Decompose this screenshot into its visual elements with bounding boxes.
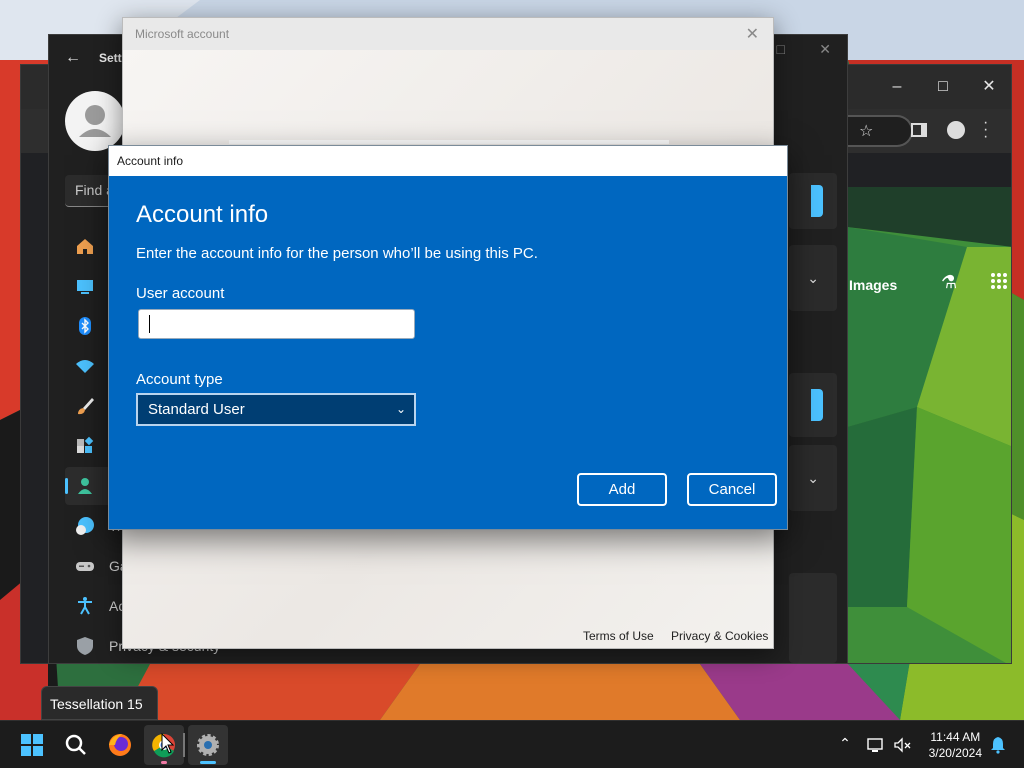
settings-maximize-icon[interactable]: □: [777, 41, 785, 57]
mouse-pointer-icon: [161, 733, 175, 754]
dialog-description: Enter the account info for the person wh…: [136, 245, 538, 262]
back-arrow-icon[interactable]: ←: [65, 49, 81, 67]
settings-card: [789, 573, 837, 663]
ms-account-title: Microsoft account: [135, 27, 230, 41]
apps-grid-icon[interactable]: [991, 273, 1007, 289]
nav-item-accessibility[interactable]: Ac: [65, 587, 125, 625]
user-account-label: User account: [136, 285, 225, 302]
settings-card: [789, 373, 837, 437]
avatar: [65, 91, 125, 151]
dialog-titlebar: Account info: [109, 146, 787, 176]
chevron-down-icon: ⌄: [807, 470, 819, 486]
personalization-icon: [78, 398, 94, 415]
accessibility-icon: [78, 597, 92, 615]
text-caret: [149, 315, 150, 333]
browser-content: Images ⚗: [847, 187, 1011, 663]
search-icon: [65, 734, 86, 755]
privacy-cookies-link[interactable]: Privacy & Cookies: [671, 629, 768, 643]
network-display-icon[interactable]: [866, 735, 886, 755]
bluetooth-icon: [79, 317, 91, 335]
nav-item-gaming[interactable]: Ga: [65, 547, 128, 585]
gear-icon: [197, 734, 219, 756]
network-icon: [76, 360, 94, 373]
cancel-button[interactable]: Cancel: [687, 473, 777, 506]
system-clock[interactable]: 11:44 AM 3/20/2024: [929, 729, 982, 761]
dialog-window-title: Account info: [117, 154, 184, 168]
labs-flask-icon[interactable]: ⚗: [941, 272, 957, 293]
bookmark-star-icon[interactable]: ☆: [859, 121, 873, 141]
time-language-icon: [76, 517, 94, 535]
profile-icon[interactable]: [947, 121, 965, 139]
account-type-select[interactable]: Standard User ⌄: [136, 393, 416, 426]
user-account-input[interactable]: [138, 309, 415, 339]
gaming-icon: [76, 562, 94, 571]
privacy-shield-icon: [77, 637, 93, 655]
windows-logo-icon: [21, 734, 43, 756]
firefox-icon: [109, 734, 131, 756]
chevron-up-icon[interactable]: ⌃: [835, 735, 855, 755]
divider: [229, 140, 669, 144]
images-link[interactable]: Images: [849, 277, 897, 293]
card-button[interactable]: [811, 185, 823, 217]
taskbar-tooltip: Tessellation 15: [41, 686, 158, 720]
ms-account-titlebar: Microsoft account ✕: [123, 18, 773, 50]
more-menu-icon[interactable]: · · ·: [983, 115, 988, 145]
settings-card[interactable]: ⌄: [789, 445, 837, 511]
card-button[interactable]: [811, 389, 823, 421]
taskbar: ⌃ 11:44 AM 3/20/2024: [0, 720, 1024, 768]
chevron-down-icon: ⌄: [395, 402, 406, 416]
chevron-down-icon: ⌄: [807, 270, 819, 286]
close-icon[interactable]: ✕: [746, 24, 759, 44]
settings-card[interactable]: ⌄: [789, 245, 837, 311]
selected-indicator: [65, 478, 68, 494]
firefox-button[interactable]: [100, 725, 140, 765]
clock-time: 11:44 AM: [930, 730, 981, 744]
account-info-dialog: Account info Account info Enter the acco…: [108, 145, 788, 530]
settings-button[interactable]: [188, 725, 228, 765]
notification-bell-icon[interactable]: [988, 735, 1008, 755]
minimize-icon[interactable]: –: [887, 77, 907, 97]
terms-of-use-link[interactable]: Terms of Use: [583, 629, 654, 643]
add-button[interactable]: Add: [577, 473, 667, 506]
side-panel-icon[interactable]: [911, 123, 927, 137]
account-type-value: Standard User: [148, 401, 245, 418]
apps-icon: [77, 436, 94, 453]
volume-muted-icon[interactable]: [892, 735, 912, 755]
dialog-heading: Account info: [136, 201, 269, 228]
close-icon[interactable]: ✕: [979, 77, 999, 97]
account-type-label: Account type: [136, 371, 223, 388]
start-button[interactable]: [12, 725, 52, 765]
running-indicator: [161, 761, 167, 764]
address-bar-end[interactable]: ☆: [841, 115, 913, 147]
maximize-icon[interactable]: □: [933, 77, 953, 97]
running-indicator: [200, 761, 216, 764]
system-icon: [77, 280, 93, 294]
accounts-icon: [78, 478, 92, 494]
search-button[interactable]: [56, 725, 96, 765]
home-icon: [77, 239, 93, 254]
clock-date: 3/20/2024: [928, 746, 982, 760]
settings-close-icon[interactable]: ✕: [819, 41, 831, 58]
settings-card: [789, 173, 837, 229]
divider: [183, 733, 185, 757]
